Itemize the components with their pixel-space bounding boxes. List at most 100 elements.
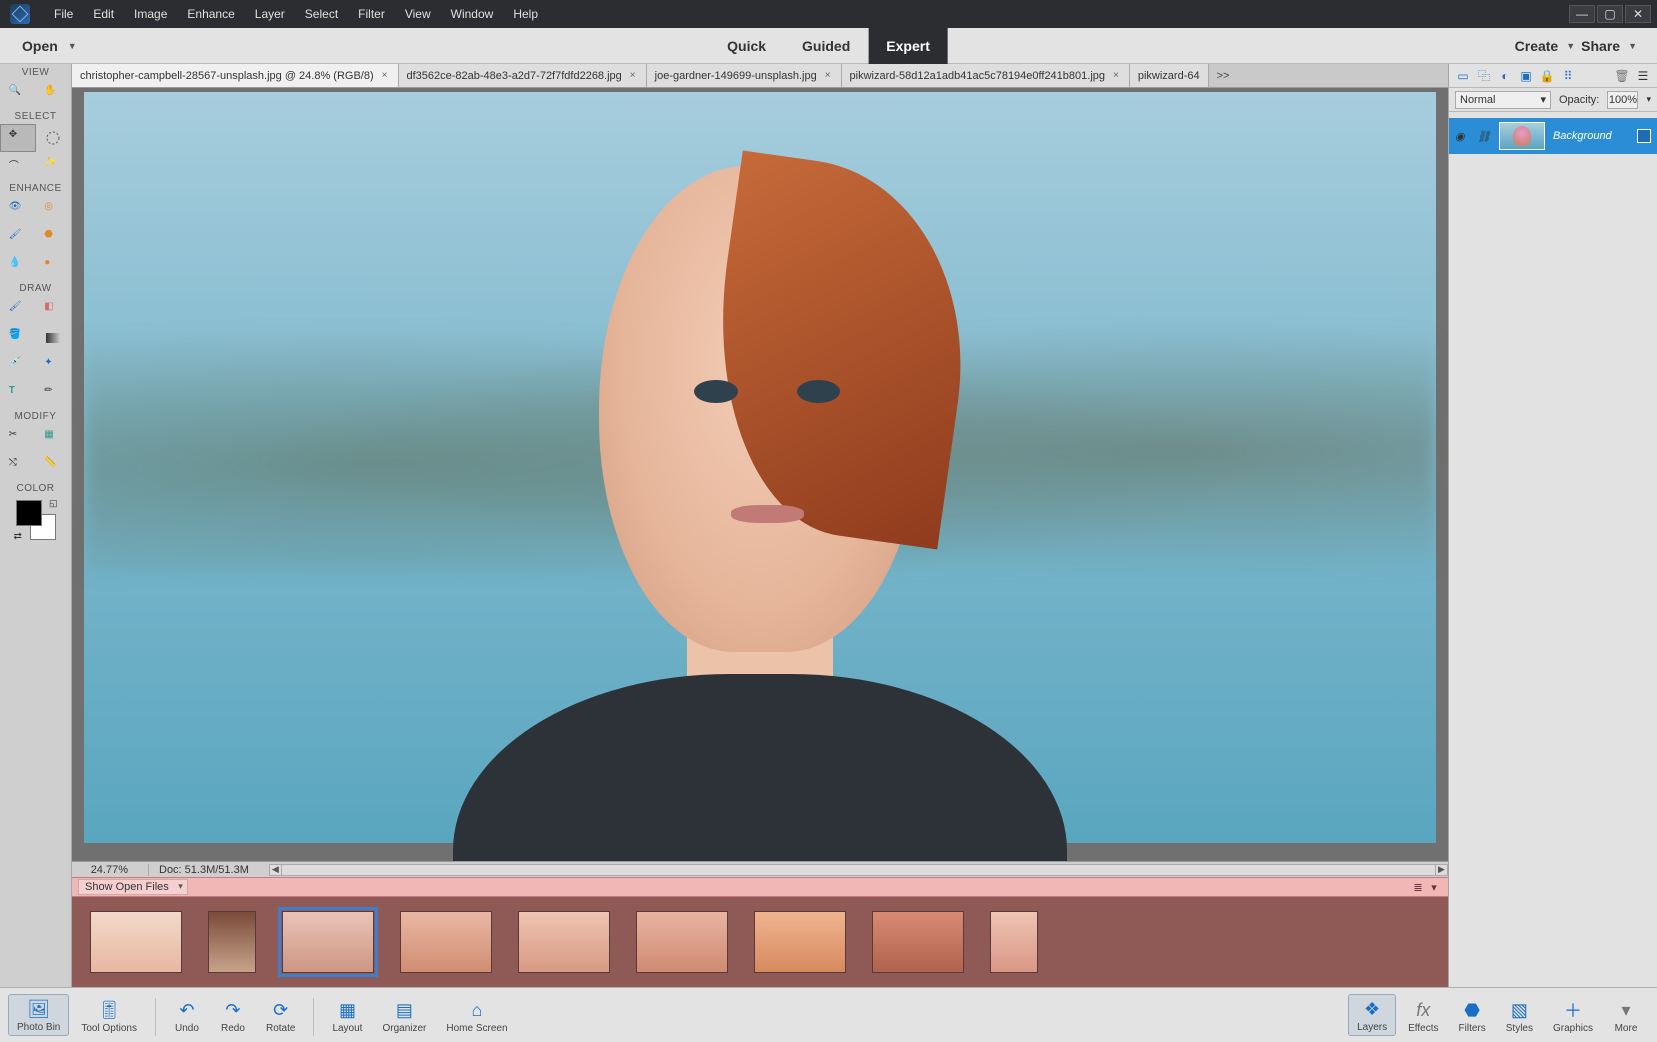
close-icon[interactable]: ×	[1111, 70, 1121, 81]
scroll-right-icon[interactable]: ▶	[1435, 865, 1447, 875]
panel-menu-icon[interactable]: ☰	[1635, 68, 1651, 84]
eyedropper-tool[interactable]: 💉	[0, 352, 36, 380]
fill-tool[interactable]: 🪣	[0, 324, 36, 352]
gradient-tool[interactable]	[36, 324, 72, 352]
photobin-thumb-5[interactable]	[636, 911, 728, 973]
create-menu-button[interactable]: Create ▼	[1515, 38, 1576, 54]
smart-brush-tool[interactable]: 🖌	[0, 224, 36, 252]
menu-window[interactable]: Window	[441, 3, 504, 25]
link-icon[interactable]: ⛓	[1477, 130, 1491, 143]
rotate-button[interactable]: ⟳Rotate	[258, 996, 303, 1036]
mask-icon[interactable]: ▣	[1518, 68, 1534, 84]
photobin-thumb-4[interactable]	[518, 911, 610, 973]
magic-wand-tool[interactable]: ✨	[36, 152, 72, 180]
canvas[interactable]	[72, 88, 1448, 861]
color-swatches[interactable]: ◱ ⇄	[16, 500, 56, 540]
menu-help[interactable]: Help	[503, 3, 548, 25]
custom-shape-tool[interactable]: ✦	[36, 352, 72, 380]
close-icon[interactable]: ×	[380, 70, 390, 81]
spot-heal-tool[interactable]: ◎	[36, 196, 72, 224]
graphics-button[interactable]: ＋Graphics	[1545, 996, 1601, 1036]
pencil-tool[interactable]: ✏	[36, 380, 72, 408]
open-menu-button[interactable]: Open ▼	[0, 38, 89, 54]
zoom-level[interactable]: 24.77%	[78, 864, 132, 876]
chevron-down-icon[interactable]: ▾	[1646, 94, 1651, 105]
menu-file[interactable]: File	[44, 3, 83, 25]
doc-tab-1[interactable]: df3562ce-82ab-48e3-a2d7-72f7fdfd2268.jpg…	[399, 64, 647, 87]
delete-layer-icon[interactable]: 🗑	[1614, 68, 1630, 84]
doc-tab-3[interactable]: pikwizard-58d12a1adb41ac5c78194e0ff241b8…	[842, 64, 1130, 87]
layer-row-background[interactable]: ◉ ⛓ Background	[1449, 118, 1657, 154]
horizontal-scrollbar[interactable]: ◀ ▶	[269, 864, 1448, 876]
photobin-dropdown[interactable]: Show Open Files	[78, 879, 188, 895]
menu-image[interactable]: Image	[124, 3, 177, 25]
brush-tool[interactable]: 🖌	[0, 296, 36, 324]
default-colors-icon[interactable]: ◱	[49, 498, 58, 509]
mode-quick[interactable]: Quick	[709, 28, 784, 64]
layers-button[interactable]: ❖Layers	[1348, 994, 1396, 1036]
new-group-icon[interactable]: ⿻	[1476, 68, 1492, 84]
layer-name[interactable]: Background	[1553, 130, 1629, 142]
menu-enhance[interactable]: Enhance	[177, 3, 244, 25]
menu-edit[interactable]: Edit	[83, 3, 124, 25]
photo-bin-button[interactable]: 🖼Photo Bin	[8, 994, 69, 1036]
home-screen-button[interactable]: ⌂Home Screen	[438, 996, 515, 1036]
redeye-tool[interactable]: 👁	[0, 196, 36, 224]
window-minimize-button[interactable]: —	[1569, 5, 1595, 23]
filters-button[interactable]: ⬣Filters	[1451, 996, 1494, 1036]
photobin-thumb-7[interactable]	[872, 911, 964, 973]
doc-tab-4[interactable]: pikwizard-64	[1130, 64, 1209, 87]
organizer-button[interactable]: ▤Organizer	[374, 996, 434, 1036]
menu-layer[interactable]: Layer	[245, 3, 295, 25]
photobin-collapse-icon[interactable]: ▾	[1426, 881, 1442, 894]
photobin-thumb-1[interactable]	[208, 911, 256, 973]
link-layers-icon[interactable]: ⠿	[1560, 68, 1576, 84]
foreground-color-swatch[interactable]	[16, 500, 42, 526]
move-tool[interactable]: ✥	[0, 124, 36, 152]
clone-stamp-tool[interactable]: ⬣	[36, 224, 72, 252]
photobin-thumb-0[interactable]	[90, 911, 182, 973]
lasso-tool[interactable]: ⌒	[0, 152, 36, 180]
visibility-icon[interactable]: ◉	[1455, 130, 1469, 143]
photobin-thumb-8[interactable]	[990, 911, 1038, 973]
new-layer-icon[interactable]: ▭	[1455, 68, 1471, 84]
blur-tool[interactable]: 💧	[0, 252, 36, 280]
mode-expert[interactable]: Expert	[868, 28, 948, 64]
close-icon[interactable]: ×	[628, 70, 638, 81]
mode-guided[interactable]: Guided	[784, 28, 868, 64]
menu-view[interactable]: View	[395, 3, 441, 25]
hand-tool[interactable]: ✋	[36, 80, 72, 108]
scroll-left-icon[interactable]: ◀	[270, 865, 282, 875]
marquee-tool[interactable]	[36, 124, 72, 152]
recompose-tool[interactable]: ▦	[36, 424, 72, 452]
lock-icon[interactable]: 🔒	[1539, 68, 1555, 84]
content-aware-move-tool[interactable]: ⤭	[0, 452, 36, 480]
more-button[interactable]: ▾More	[1605, 996, 1647, 1036]
photobin-thumb-2[interactable]	[282, 911, 374, 973]
doc-tab-0[interactable]: christopher-campbell-28567-unsplash.jpg …	[72, 64, 399, 87]
swap-colors-icon[interactable]: ⇄	[14, 531, 22, 542]
eraser-tool[interactable]: ◧	[36, 296, 72, 324]
doc-tab-2[interactable]: joe-gardner-149699-unsplash.jpg×	[647, 64, 842, 87]
window-close-button[interactable]: ✕	[1625, 5, 1651, 23]
zoom-tool[interactable]: 🔍	[0, 80, 36, 108]
window-maximize-button[interactable]: ▢	[1597, 5, 1623, 23]
close-icon[interactable]: ×	[823, 70, 833, 81]
photobin-thumb-3[interactable]	[400, 911, 492, 973]
blend-mode-select[interactable]: Normal▾	[1455, 91, 1551, 109]
menu-filter[interactable]: Filter	[348, 3, 395, 25]
sponge-tool[interactable]: ●	[36, 252, 72, 280]
layer-thumbnail[interactable]	[1499, 122, 1545, 150]
redo-button[interactable]: ↷Redo	[212, 996, 254, 1036]
straighten-tool[interactable]: 📏	[36, 452, 72, 480]
doc-tabs-overflow[interactable]: >>	[1209, 64, 1238, 87]
undo-button[interactable]: ↶Undo	[166, 996, 208, 1036]
layout-button[interactable]: ▦Layout	[324, 996, 370, 1036]
adjustment-layer-icon[interactable]: ◐	[1497, 68, 1513, 84]
effects-button[interactable]: fxEffects	[1400, 996, 1446, 1036]
crop-tool[interactable]: ✂	[0, 424, 36, 452]
layer-lock-icon[interactable]	[1637, 129, 1651, 143]
photobin-thumb-6[interactable]	[754, 911, 846, 973]
type-tool[interactable]: T	[0, 380, 36, 408]
tool-options-button[interactable]: 🎚Tool Options	[73, 996, 145, 1036]
